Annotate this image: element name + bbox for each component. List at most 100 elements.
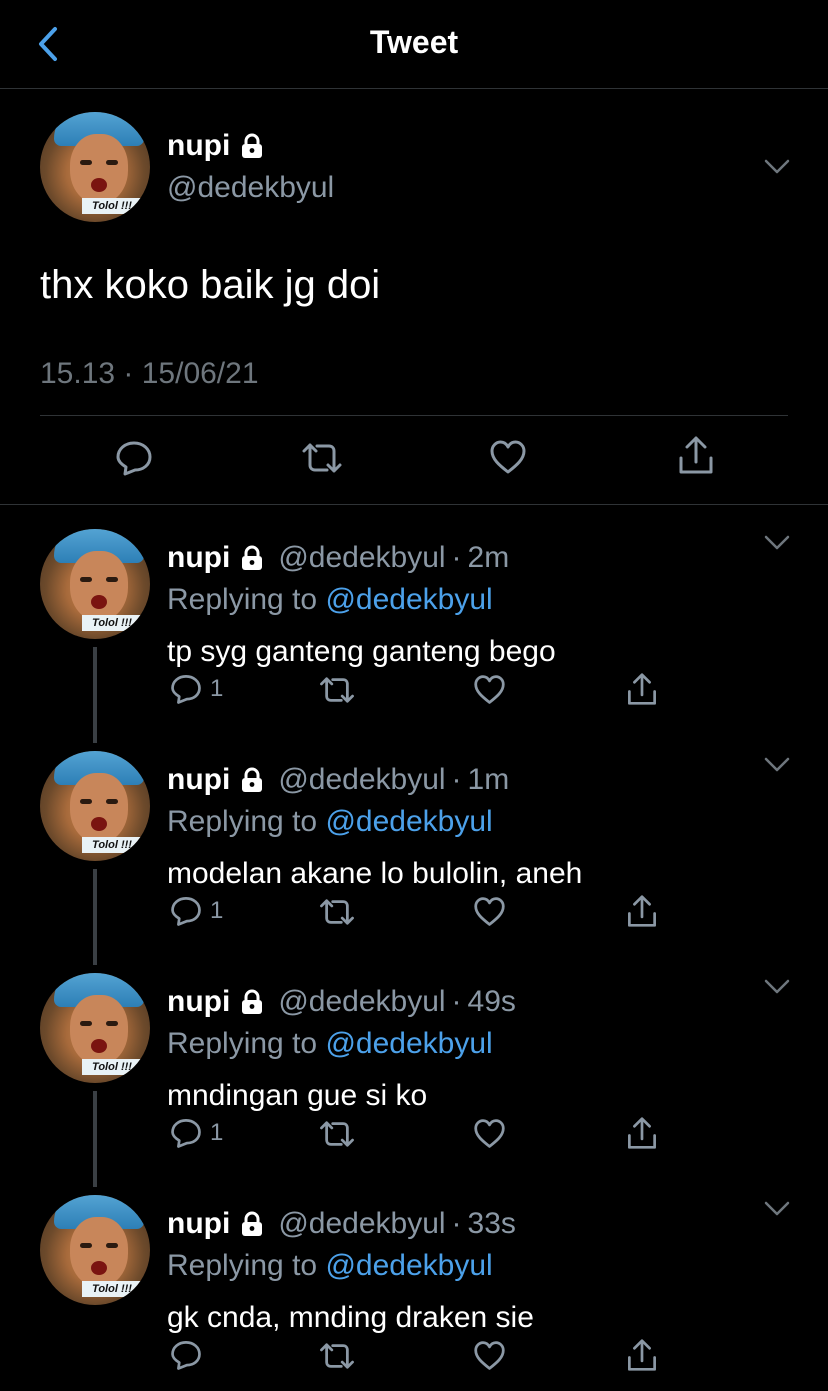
separator-dot: · — [451, 985, 462, 1018]
separator-dot: · — [451, 1207, 462, 1240]
mention-link[interactable]: @dedekbyul — [325, 805, 492, 838]
retweet-icon — [320, 1343, 354, 1369]
share-button[interactable] — [677, 434, 715, 476]
reply-tweet[interactable]: Tolol !!! nupi @dedekbyul · 49s Replying… — [0, 965, 828, 1187]
mention-link[interactable]: @dedekbyul — [325, 583, 492, 616]
replying-to-label: Replying to — [167, 583, 318, 616]
separator-dot: · — [451, 541, 462, 574]
tweet-actions — [0, 434, 828, 484]
reply-button[interactable] — [115, 439, 153, 477]
share-icon — [628, 673, 656, 705]
tweet-timestamp: 15.13 · 15/06/21 — [40, 357, 259, 390]
like-button[interactable] — [489, 439, 527, 475]
avatar-eye — [106, 160, 118, 165]
reply-header: nupi @dedekbyul · 2m — [167, 541, 509, 575]
avatar-eye — [80, 577, 92, 582]
retweet-icon — [320, 677, 354, 703]
mention-link[interactable]: @dedekbyul — [325, 1027, 492, 1060]
retweet-button[interactable] — [300, 441, 344, 475]
author-name[interactable]: nupi — [167, 985, 230, 1019]
avatar-face — [70, 1217, 128, 1287]
like-button[interactable] — [473, 896, 506, 927]
reply-icon — [171, 1341, 201, 1370]
chevron-down-icon[interactable] — [764, 535, 790, 551]
reply-actions: 1 — [0, 1115, 828, 1155]
reply-tweet[interactable]: Tolol !!! nupi @dedekbyul · 1m Replying … — [0, 743, 828, 965]
reply-count: 1 — [210, 897, 224, 924]
avatar[interactable]: Tolol !!! — [40, 112, 150, 222]
replying-to: Replying to @dedekbyul — [167, 1027, 493, 1061]
chevron-down-icon[interactable] — [764, 1201, 790, 1217]
share-icon — [628, 1117, 656, 1149]
like-button[interactable] — [473, 1340, 506, 1371]
author-name[interactable]: nupi — [167, 1207, 230, 1241]
reply-actions — [0, 1337, 828, 1377]
reply-tweet[interactable]: Tolol !!! nupi @dedekbyul · 2m Replying … — [0, 521, 828, 743]
avatar-eye — [106, 577, 118, 582]
retweet-button[interactable] — [318, 1119, 356, 1149]
author-handle[interactable]: @dedekbyul — [278, 985, 445, 1019]
like-icon — [474, 897, 505, 926]
lock-icon — [238, 544, 266, 572]
retweet-button[interactable] — [318, 1341, 356, 1371]
reply-text: modelan akane lo bulolin, aneh — [167, 857, 583, 890]
reply-text: mndingan gue si ko — [167, 1079, 428, 1112]
reply-button[interactable]: 1 — [170, 1117, 223, 1149]
avatar[interactable]: Tolol !!! — [40, 1195, 150, 1305]
reply-icon — [171, 675, 201, 704]
avatar[interactable]: Tolol !!! — [40, 529, 150, 639]
reply-time: 49s — [467, 985, 516, 1018]
avatar-eye — [106, 1021, 118, 1026]
reply-tweet[interactable]: Tolol !!! nupi @dedekbyul · 33s Replying… — [0, 1187, 828, 1391]
separator-dot: · — [451, 763, 462, 796]
mention-link[interactable]: @dedekbyul — [325, 1249, 492, 1282]
author-handle[interactable]: @dedekbyul — [278, 763, 445, 797]
share-button[interactable] — [626, 671, 658, 707]
share-button[interactable] — [626, 1115, 658, 1151]
replying-to-label: Replying to — [167, 805, 318, 838]
avatar[interactable]: Tolol !!! — [40, 751, 150, 861]
like-button[interactable] — [473, 1118, 506, 1149]
like-button[interactable] — [473, 674, 506, 705]
avatar-caption: Tolol !!! — [82, 1281, 142, 1297]
author-name-row[interactable]: nupi — [167, 129, 266, 163]
retweet-button[interactable] — [318, 675, 356, 705]
chevron-down-icon[interactable] — [764, 757, 790, 773]
like-icon — [490, 440, 526, 474]
lock-icon — [238, 988, 266, 1016]
replying-to: Replying to @dedekbyul — [167, 805, 493, 839]
reply-time: 1m — [467, 763, 510, 796]
reply-button[interactable] — [170, 1339, 210, 1371]
lock-icon — [238, 1210, 266, 1238]
avatar[interactable]: Tolol !!! — [40, 973, 150, 1083]
chevron-down-icon[interactable] — [764, 159, 790, 175]
reply-button[interactable]: 1 — [170, 673, 223, 705]
author-name[interactable]: nupi — [167, 763, 230, 797]
author-handle[interactable]: @dedekbyul — [167, 171, 334, 205]
avatar-face — [70, 773, 128, 843]
reply-icon — [116, 441, 152, 476]
author-name[interactable]: nupi — [167, 541, 230, 575]
retweet-button[interactable] — [318, 897, 356, 927]
reply-time: 33s — [467, 1207, 516, 1240]
avatar-caption: Tolol !!! — [82, 837, 142, 853]
replying-to-label: Replying to — [167, 1249, 318, 1282]
like-icon — [474, 675, 505, 704]
avatar-mouth — [91, 817, 107, 831]
share-button[interactable] — [626, 1337, 658, 1373]
top-bar: Tweet — [0, 0, 828, 89]
avatar-mouth — [91, 595, 107, 609]
reply-text: gk cnda, mnding draken sie — [167, 1301, 534, 1334]
reply-button[interactable]: 1 — [170, 895, 223, 927]
avatar-eye — [80, 1021, 92, 1026]
avatar-caption: Tolol !!! — [82, 615, 142, 631]
tweet-text: thx koko baik jg doi — [40, 263, 381, 307]
avatar-caption: Tolol !!! — [82, 198, 142, 214]
replying-to: Replying to @dedekbyul — [167, 1249, 493, 1283]
chevron-down-icon[interactable] — [764, 979, 790, 995]
author-handle[interactable]: @dedekbyul — [278, 541, 445, 575]
avatar-face — [70, 995, 128, 1065]
author-handle[interactable]: @dedekbyul — [278, 1207, 445, 1241]
avatar-mouth — [91, 1261, 107, 1275]
share-button[interactable] — [626, 893, 658, 929]
